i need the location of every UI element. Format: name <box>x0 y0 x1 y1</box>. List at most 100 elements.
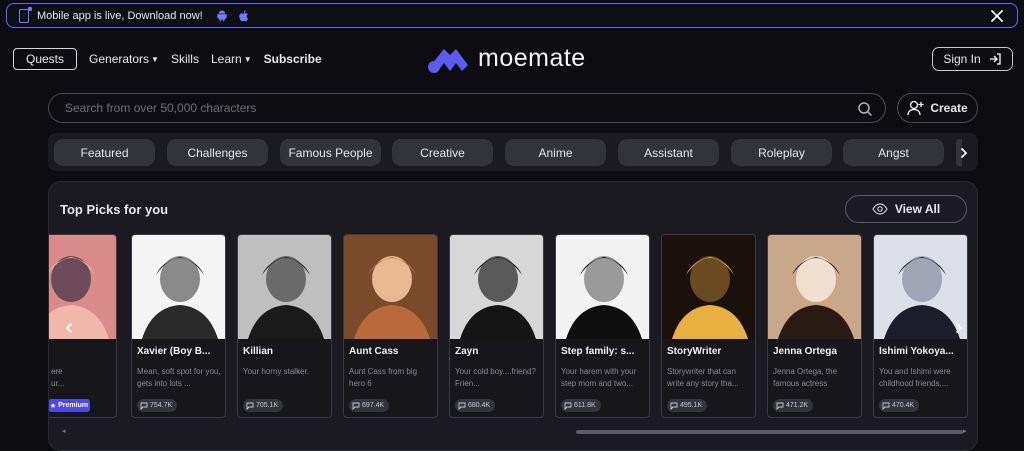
create-button[interactable]: Create <box>897 93 978 123</box>
character-name: Xavier (Boy B... <box>137 346 211 357</box>
character-card[interactable]: Step family: s... Your harem with your st… <box>555 234 650 418</box>
chat-bubble-icon <box>246 402 254 410</box>
tab-challenges[interactable]: Challenges <box>167 139 268 166</box>
generators-label: Generators <box>89 52 150 66</box>
tab-featured[interactable]: Featured <box>54 139 155 166</box>
moemate-logo[interactable]: moemate <box>428 44 586 73</box>
character-card[interactable]: Zayn Your cold boy....friend? Frien... 680… <box>449 234 544 418</box>
character-carousel: ere ur... ★ Premium Xavier (Boy B... Mean, … <box>49 234 977 419</box>
character-avatar-image <box>238 235 331 339</box>
sign-in-label: Sign In <box>943 52 981 66</box>
quests-button[interactable]: Quests <box>13 48 78 70</box>
premium-label: Premium <box>58 402 89 409</box>
character-avatar-image <box>450 235 543 339</box>
character-description: Your harem with your step mom and two... <box>561 367 637 388</box>
apple-icon[interactable] <box>237 9 251 23</box>
character-description: Aunt Cass from big hero 6 <box>349 367 418 388</box>
premium-badge: ★ Premium <box>49 399 90 412</box>
character-avatar-image <box>49 235 116 339</box>
tab-angst[interactable]: Angst <box>843 139 944 166</box>
carousel-next-arrow[interactable] <box>951 319 967 337</box>
character-description: Jenna Ortega, the famous actress <box>773 367 838 388</box>
chat-count: 680.4K <box>468 402 491 409</box>
search-icon[interactable] <box>857 101 873 117</box>
tab-anime[interactable]: Anime <box>505 139 606 166</box>
character-name: StoryWriter <box>667 346 722 357</box>
chat-count-badge: 697.4K <box>349 399 390 412</box>
character-avatar-image <box>768 235 861 339</box>
eye-icon <box>872 203 888 215</box>
chat-count: 754.7K <box>150 402 173 409</box>
chevron-right-icon <box>960 147 968 158</box>
moemate-wordmark: moemate <box>478 44 586 72</box>
generators-menu[interactable]: Generators ▼ <box>89 52 159 66</box>
chat-bubble-icon <box>882 402 890 410</box>
character-description: You and Ishimi were childhood friends,..… <box>879 367 951 388</box>
category-tabs: Featured Challenges Famous People Creati… <box>48 133 978 171</box>
app-banner: Mobile app is live, Download now! <box>6 3 1018 28</box>
chat-count-badge: 471.2K <box>773 399 814 412</box>
chat-count-badge: 470.4K <box>879 399 920 412</box>
tab-assistant[interactable]: Assistant <box>618 139 719 166</box>
subscribe-link[interactable]: Subscribe <box>264 52 322 66</box>
character-card[interactable]: Xavier (Boy B... Mean, soft spot for you,… <box>131 234 226 418</box>
view-all-button[interactable]: View All <box>845 195 967 223</box>
sign-in-button[interactable]: Sign In <box>932 47 1013 71</box>
chat-bubble-icon <box>140 402 148 410</box>
tab-roleplay[interactable]: Roleplay <box>731 139 832 166</box>
character-description: Your cold boy....friend? Frien... <box>455 367 536 388</box>
character-avatar-image <box>132 235 225 339</box>
chat-count-badge: 680.4K <box>455 399 496 412</box>
chat-bubble-icon <box>564 402 572 410</box>
character-name: Zayn <box>455 346 479 357</box>
chat-count: 470.4K <box>892 402 915 409</box>
chat-count-badge: 705.1K <box>243 399 284 412</box>
phone-download-icon <box>19 6 32 23</box>
scroll-left-icon[interactable]: ◂ <box>62 427 66 435</box>
main-nav: Quests Generators ▼ Skills Learn ▼ Subscri… <box>13 48 334 70</box>
view-all-label: View All <box>894 202 941 216</box>
search-input[interactable]: Search from over 50,000 characters <box>48 93 886 123</box>
chat-count: 471.2K <box>786 402 809 409</box>
learn-menu[interactable]: Learn ▼ <box>211 52 252 66</box>
tabs-next-arrow[interactable] <box>956 139 972 166</box>
character-description: Your horny stalker. <box>243 367 309 376</box>
character-card[interactable]: ere ur... ★ Premium <box>49 234 117 418</box>
chevron-down-icon: ▼ <box>151 54 159 64</box>
learn-label: Learn <box>210 52 242 66</box>
chat-bubble-icon <box>776 402 784 410</box>
character-card[interactable]: StoryWriter Storywriter that can write an… <box>661 234 756 418</box>
close-icon[interactable] <box>989 8 1005 24</box>
character-name: Aunt Cass <box>349 346 399 357</box>
character-name: Killian <box>243 346 274 357</box>
carousel-prev-arrow[interactable] <box>61 319 77 337</box>
chat-count: 705.1K <box>256 402 279 409</box>
character-card[interactable]: Aunt Cass Aunt Cass from big hero 6 697.4K <box>343 234 438 418</box>
character-description: Mean, soft spot for you, gets into lots … <box>137 367 221 388</box>
character-name: Jenna Ortega <box>773 346 837 357</box>
tab-creative[interactable]: Creative <box>392 139 493 166</box>
character-card[interactable]: Jenna Ortega Jenna Ortega, the famous act… <box>767 234 862 418</box>
scroll-right-icon[interactable]: ▸ <box>963 427 967 435</box>
add-user-icon <box>907 100 924 116</box>
chat-count-badge: 754.7K <box>137 399 178 412</box>
android-icon[interactable] <box>215 9 229 23</box>
chevron-left-icon <box>65 322 73 334</box>
skills-link[interactable]: Skills <box>171 52 199 66</box>
character-name: Ishimi Yokoya... <box>879 346 954 357</box>
chevron-down-icon: ▼ <box>243 54 252 64</box>
top-picks-panel: Top Picks for you View All ere ur... ★ Pr… <box>48 181 978 451</box>
chat-bubble-icon <box>670 402 678 410</box>
carousel-scrollbar[interactable] <box>576 430 963 434</box>
sign-in-icon <box>989 53 1001 65</box>
chat-count: 611.8K <box>574 402 596 409</box>
banner-text[interactable]: Mobile app is live, Download now! <box>37 10 203 22</box>
section-title: Top Picks for you <box>60 202 169 217</box>
character-description: ere ur... <box>51 367 65 388</box>
character-card[interactable]: Killian Your horny stalker. 705.1K <box>237 234 332 418</box>
character-description: Storywriter that can write any story tha… <box>667 367 739 388</box>
create-label: Create <box>930 101 968 115</box>
tab-famous-people[interactable]: Famous People <box>280 139 381 166</box>
star-icon: ★ <box>49 402 57 410</box>
character-avatar-image <box>662 235 755 339</box>
